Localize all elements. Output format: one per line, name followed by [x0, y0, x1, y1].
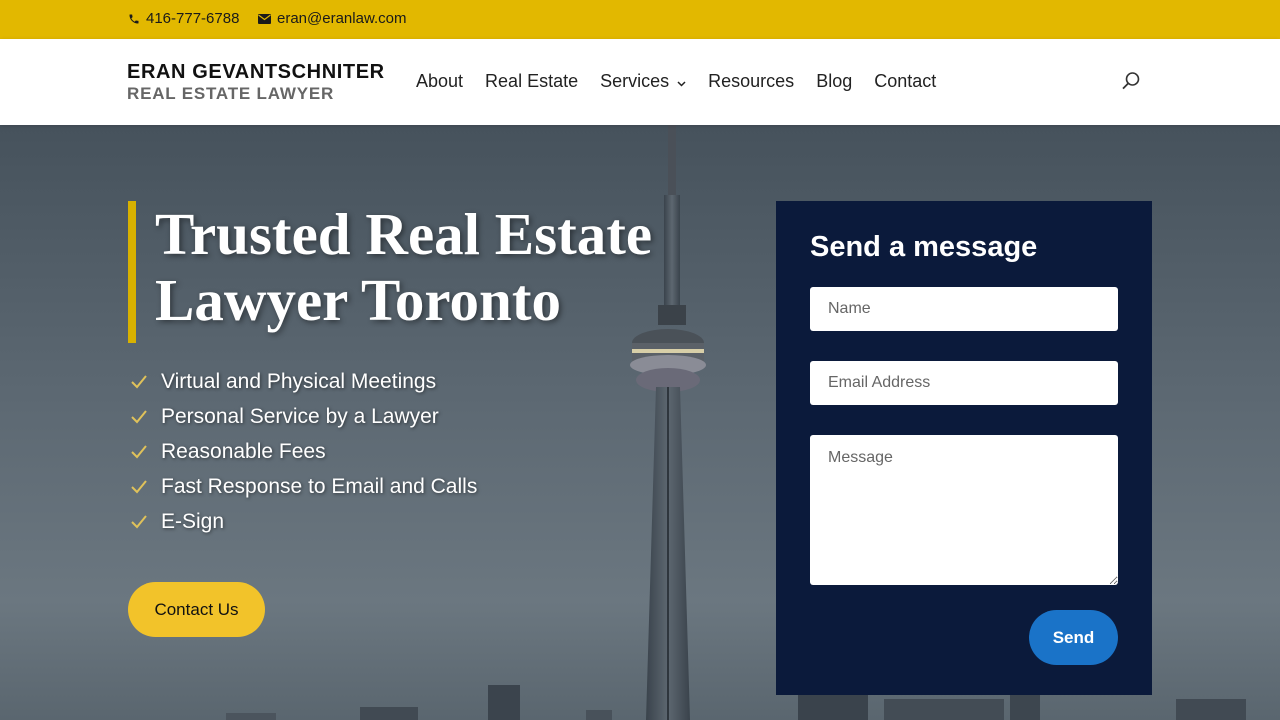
site-header: ERAN GEVANTSCHNITER REAL ESTATE LAWYER A… [0, 39, 1280, 125]
search-icon[interactable] [1121, 71, 1141, 96]
check-icon [130, 514, 150, 530]
check-icon [130, 374, 150, 390]
name-field[interactable] [810, 287, 1118, 331]
logo-name[interactable]: ERAN GEVANTSCHNITER [127, 61, 385, 84]
list-item: Personal Service by a Lawyer [130, 399, 477, 434]
nav-services-label: Services [600, 71, 670, 91]
contact-form: Send a message Send [776, 201, 1152, 695]
contact-us-button[interactable]: Contact Us [128, 582, 265, 637]
phone-link[interactable]: 416-777-6788 [128, 10, 239, 27]
feature-text: Reasonable Fees [161, 439, 326, 463]
feature-text: Fast Response to Email and Calls [161, 474, 478, 498]
phone-icon [128, 13, 140, 25]
feature-text: Virtual and Physical Meetings [161, 369, 437, 393]
nav-about-label: About [416, 71, 464, 91]
list-item: Virtual and Physical Meetings [130, 364, 477, 399]
hero-title-line2: Lawyer Toronto [155, 267, 561, 333]
send-button[interactable]: Send [1029, 610, 1118, 665]
nav-about[interactable]: About [416, 71, 463, 92]
chevron-down-icon [677, 71, 686, 92]
phone-number: 416-777-6788 [146, 10, 240, 27]
nav-contact-label: Contact [874, 71, 937, 91]
nav-real-estate[interactable]: Real Estate [485, 71, 578, 92]
title-accent-bar [128, 201, 136, 343]
nav-resources[interactable]: Resources [708, 71, 794, 92]
form-title: Send a message [810, 231, 1038, 263]
hero-title-line1: Trusted Real Estate [155, 201, 653, 267]
logo-subtitle[interactable]: REAL ESTATE LAWYER [127, 84, 334, 104]
envelope-icon [258, 13, 271, 24]
nav-resources-label: Resources [708, 71, 795, 91]
email-link[interactable]: eran@eranlaw.com [258, 10, 406, 27]
top-contact-bar: 416-777-6788 eran@eranlaw.com [0, 0, 1280, 39]
list-item: E-Sign [130, 504, 477, 539]
feature-text: Personal Service by a Lawyer [161, 404, 439, 428]
nav-services[interactable]: Services [600, 71, 686, 92]
hero-section: Trusted Real Estate Lawyer Toronto Virtu… [0, 125, 1280, 720]
feature-text: E-Sign [161, 509, 225, 533]
email-address: eran@eranlaw.com [277, 10, 407, 27]
nav-real-estate-label: Real Estate [485, 71, 579, 91]
nav-blog-label: Blog [816, 71, 853, 91]
hero-title: Trusted Real Estate Lawyer Toronto [155, 201, 715, 333]
email-field[interactable] [810, 361, 1118, 405]
feature-list: Virtual and Physical Meetings Personal S… [130, 364, 477, 539]
message-field[interactable] [810, 435, 1118, 585]
list-item: Fast Response to Email and Calls [130, 469, 477, 504]
check-icon [130, 444, 150, 460]
check-icon [130, 479, 150, 495]
main-nav: About Real Estate Services Resources Blo… [416, 71, 958, 92]
list-item: Reasonable Fees [130, 434, 477, 469]
nav-contact[interactable]: Contact [874, 71, 936, 92]
check-icon [130, 409, 150, 425]
nav-blog[interactable]: Blog [816, 71, 852, 92]
